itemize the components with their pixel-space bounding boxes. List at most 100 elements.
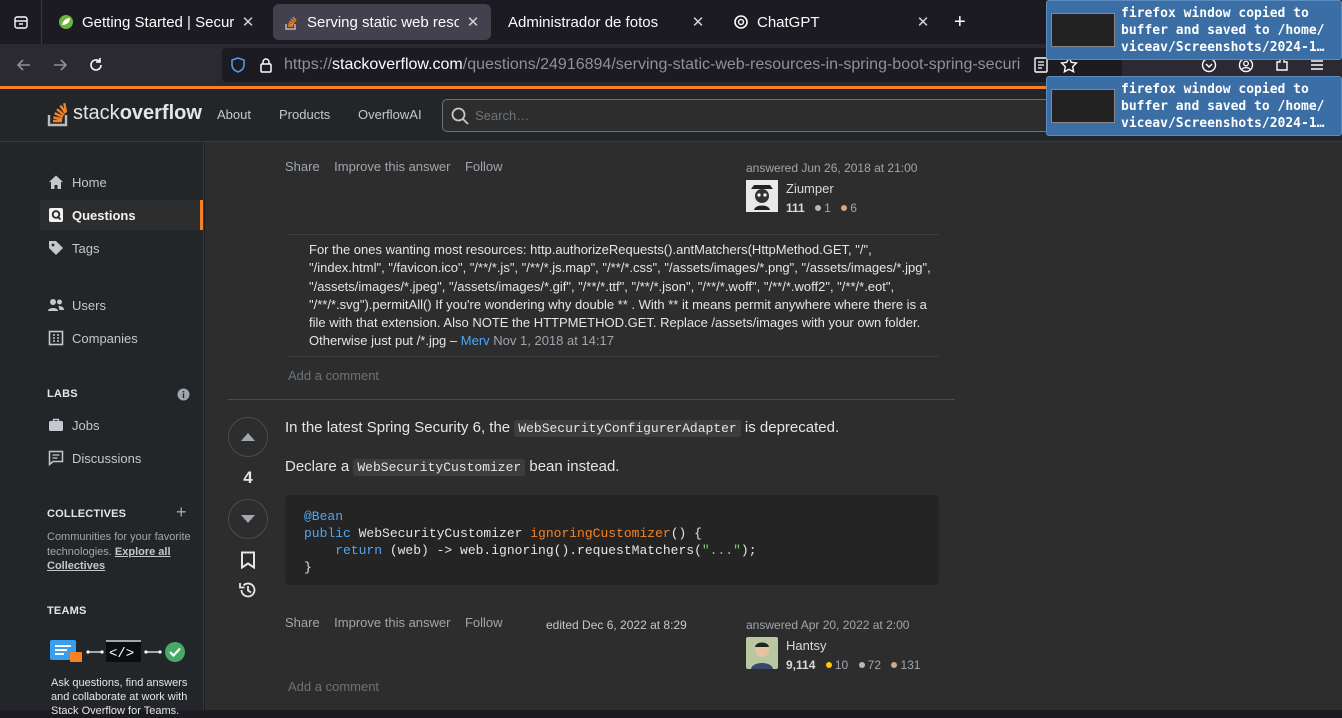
paragraph-text: is deprecated. bbox=[744, 419, 840, 436]
avatar-hantsy[interactable] bbox=[746, 637, 778, 669]
improve-answer-link[interactable]: Improve this answer bbox=[334, 615, 450, 630]
share-link[interactable]: Share bbox=[285, 615, 320, 630]
tab-getting-started[interactable]: Getting Started | Securing ✕ bbox=[48, 4, 266, 40]
sidebar-item-jobs[interactable]: Jobs bbox=[40, 410, 203, 440]
notification-text: firefox window copied to buffer and save… bbox=[1121, 82, 1325, 131]
labs-heading: LABS bbox=[47, 388, 78, 400]
edited-date-link[interactable]: edited Dec 6, 2022 at 8:29 bbox=[546, 618, 687, 632]
sidebar-item-questions[interactable]: Questions bbox=[40, 200, 203, 230]
sidebar-item-discussions[interactable]: Discussions bbox=[40, 443, 203, 473]
add-collective-button[interactable]: + bbox=[176, 502, 187, 523]
paragraph-text: bean instead. bbox=[529, 458, 620, 475]
teams-description: Ask questions, find answers and collabor… bbox=[51, 677, 188, 717]
logo-overflow-text: overflow bbox=[119, 102, 202, 124]
share-link[interactable]: Share bbox=[285, 159, 320, 174]
close-tab-icon[interactable]: ✕ bbox=[690, 13, 706, 31]
screenshot-notification[interactable]: firefox window copied to buffer and save… bbox=[1046, 76, 1342, 136]
close-tab-icon[interactable]: ✕ bbox=[465, 13, 481, 31]
reputation-score: 9,114 bbox=[786, 658, 816, 672]
code-text: } bbox=[304, 560, 312, 575]
search-input[interactable]: Search… bbox=[475, 108, 529, 123]
inline-code: WebSecurityCustomizer bbox=[353, 459, 526, 476]
arrow-left-icon bbox=[16, 59, 30, 71]
bronze-badge-icon bbox=[841, 205, 848, 211]
tab-title: Getting Started | Securing bbox=[82, 13, 234, 31]
close-tab-icon[interactable]: ✕ bbox=[915, 13, 931, 31]
reputation-score: 111 bbox=[786, 201, 805, 215]
comment: For the ones wanting most resources: htt… bbox=[309, 241, 939, 351]
tab-title: ChatGPT bbox=[757, 13, 820, 31]
history-icon[interactable] bbox=[238, 580, 258, 600]
nav-overflowai[interactable]: OverflowAI bbox=[358, 107, 422, 122]
code-annotation: @Bean bbox=[304, 509, 344, 524]
new-tab-button[interactable]: + bbox=[954, 11, 966, 34]
follow-link[interactable]: Follow bbox=[465, 615, 503, 630]
logo-stack-text: stack bbox=[73, 102, 120, 124]
answer-1-actions: Share Improve this answer Follow bbox=[285, 158, 513, 176]
upvote-button[interactable] bbox=[228, 417, 268, 457]
answer-paragraph-2: Declare a WebSecurityCustomizer bean ins… bbox=[285, 458, 620, 476]
tag-icon bbox=[48, 240, 64, 256]
add-comment-link[interactable]: Add a comment bbox=[288, 368, 379, 383]
sidebar-item-tags[interactable]: Tags bbox=[40, 233, 203, 263]
forward-button[interactable] bbox=[46, 51, 74, 79]
user-name[interactable]: Hantsy bbox=[786, 638, 826, 653]
sidebar-item-label: Questions bbox=[72, 207, 136, 223]
tab-chatgpt[interactable]: ChatGPT ✕ bbox=[723, 4, 941, 40]
tab-serving-static[interactable]: Serving static web resourc ✕ bbox=[273, 4, 491, 40]
teams-heading: TEAMS bbox=[47, 605, 87, 617]
follow-link[interactable]: Follow bbox=[465, 159, 503, 174]
paragraph-text: In the latest Spring Security 6, the bbox=[285, 419, 511, 436]
answered-date: answered Jun 26, 2018 at 21:00 bbox=[746, 161, 918, 175]
briefcase-icon bbox=[48, 417, 64, 433]
url-bar[interactable]: https://stackoverflow.com/questions/2491… bbox=[222, 48, 1122, 82]
code-block[interactable]: @Bean public WebSecurityCustomizer ignor… bbox=[285, 495, 939, 585]
tab-list-icon bbox=[13, 16, 28, 29]
comment-date[interactable]: Nov 1, 2018 at 14:17 bbox=[493, 333, 614, 348]
sidebar-item-label: Discussions bbox=[72, 450, 142, 466]
code-string: "..." bbox=[701, 543, 741, 558]
search-icon bbox=[451, 107, 469, 125]
companies-icon bbox=[48, 330, 64, 346]
improve-answer-link[interactable]: Improve this answer bbox=[334, 159, 450, 174]
comment-author[interactable]: Merv bbox=[461, 333, 490, 348]
sidebar-item-users[interactable]: Users bbox=[40, 290, 203, 320]
tab-administrador-fotos[interactable]: Administrador de fotos ✕ bbox=[498, 4, 716, 40]
search-box[interactable]: Search… bbox=[442, 99, 1082, 132]
sidebar-item-home[interactable]: Home bbox=[40, 167, 203, 197]
bookmark-icon[interactable] bbox=[240, 551, 256, 569]
questions-icon bbox=[48, 207, 64, 223]
answered-date: answered Apr 20, 2022 at 2:00 bbox=[746, 618, 910, 632]
nav-about[interactable]: About bbox=[217, 107, 251, 122]
code-keyword: return bbox=[304, 543, 383, 558]
teams-illustration: </> bbox=[50, 638, 190, 664]
tracking-shield-icon[interactable] bbox=[230, 57, 246, 73]
close-tab-icon[interactable]: ✕ bbox=[240, 13, 256, 31]
reload-button[interactable] bbox=[82, 51, 110, 79]
silver-badge-count: 1 bbox=[824, 201, 831, 215]
info-icon[interactable] bbox=[177, 388, 190, 401]
reload-icon bbox=[90, 58, 102, 71]
screenshot-notification[interactable]: firefox window copied to buffer and save… bbox=[1046, 0, 1342, 60]
sidebar-item-companies[interactable]: Companies bbox=[40, 323, 203, 353]
reader-view-icon[interactable] bbox=[1034, 57, 1048, 73]
silver-badge-icon bbox=[858, 662, 865, 668]
answer-paragraph-1: In the latest Spring Security 6, the Web… bbox=[285, 419, 840, 437]
stackoverflow-logo-icon bbox=[47, 102, 68, 127]
user-reputation: 9,114 10 72 131 bbox=[786, 656, 920, 674]
lock-icon[interactable] bbox=[258, 57, 274, 73]
tab-list-button[interactable] bbox=[0, 0, 42, 44]
bronze-badge-count: 131 bbox=[900, 658, 921, 672]
gold-badge-count: 10 bbox=[834, 658, 849, 672]
back-button[interactable] bbox=[10, 51, 38, 79]
nav-products[interactable]: Products bbox=[279, 107, 330, 122]
comment-text: For the ones wanting most resources: htt… bbox=[309, 242, 931, 349]
code-text: () { bbox=[670, 526, 702, 541]
sidebar-item-label: Users bbox=[72, 297, 106, 313]
add-comment-link[interactable]: Add a comment bbox=[288, 679, 379, 694]
avatar-ziumper[interactable] bbox=[746, 180, 778, 212]
stackoverflow-logo[interactable]: stack overflow bbox=[46, 97, 202, 127]
downvote-button[interactable] bbox=[228, 499, 268, 539]
user-name[interactable]: Ziumper bbox=[786, 181, 834, 196]
tab-title: Administrador de fotos bbox=[508, 13, 659, 31]
